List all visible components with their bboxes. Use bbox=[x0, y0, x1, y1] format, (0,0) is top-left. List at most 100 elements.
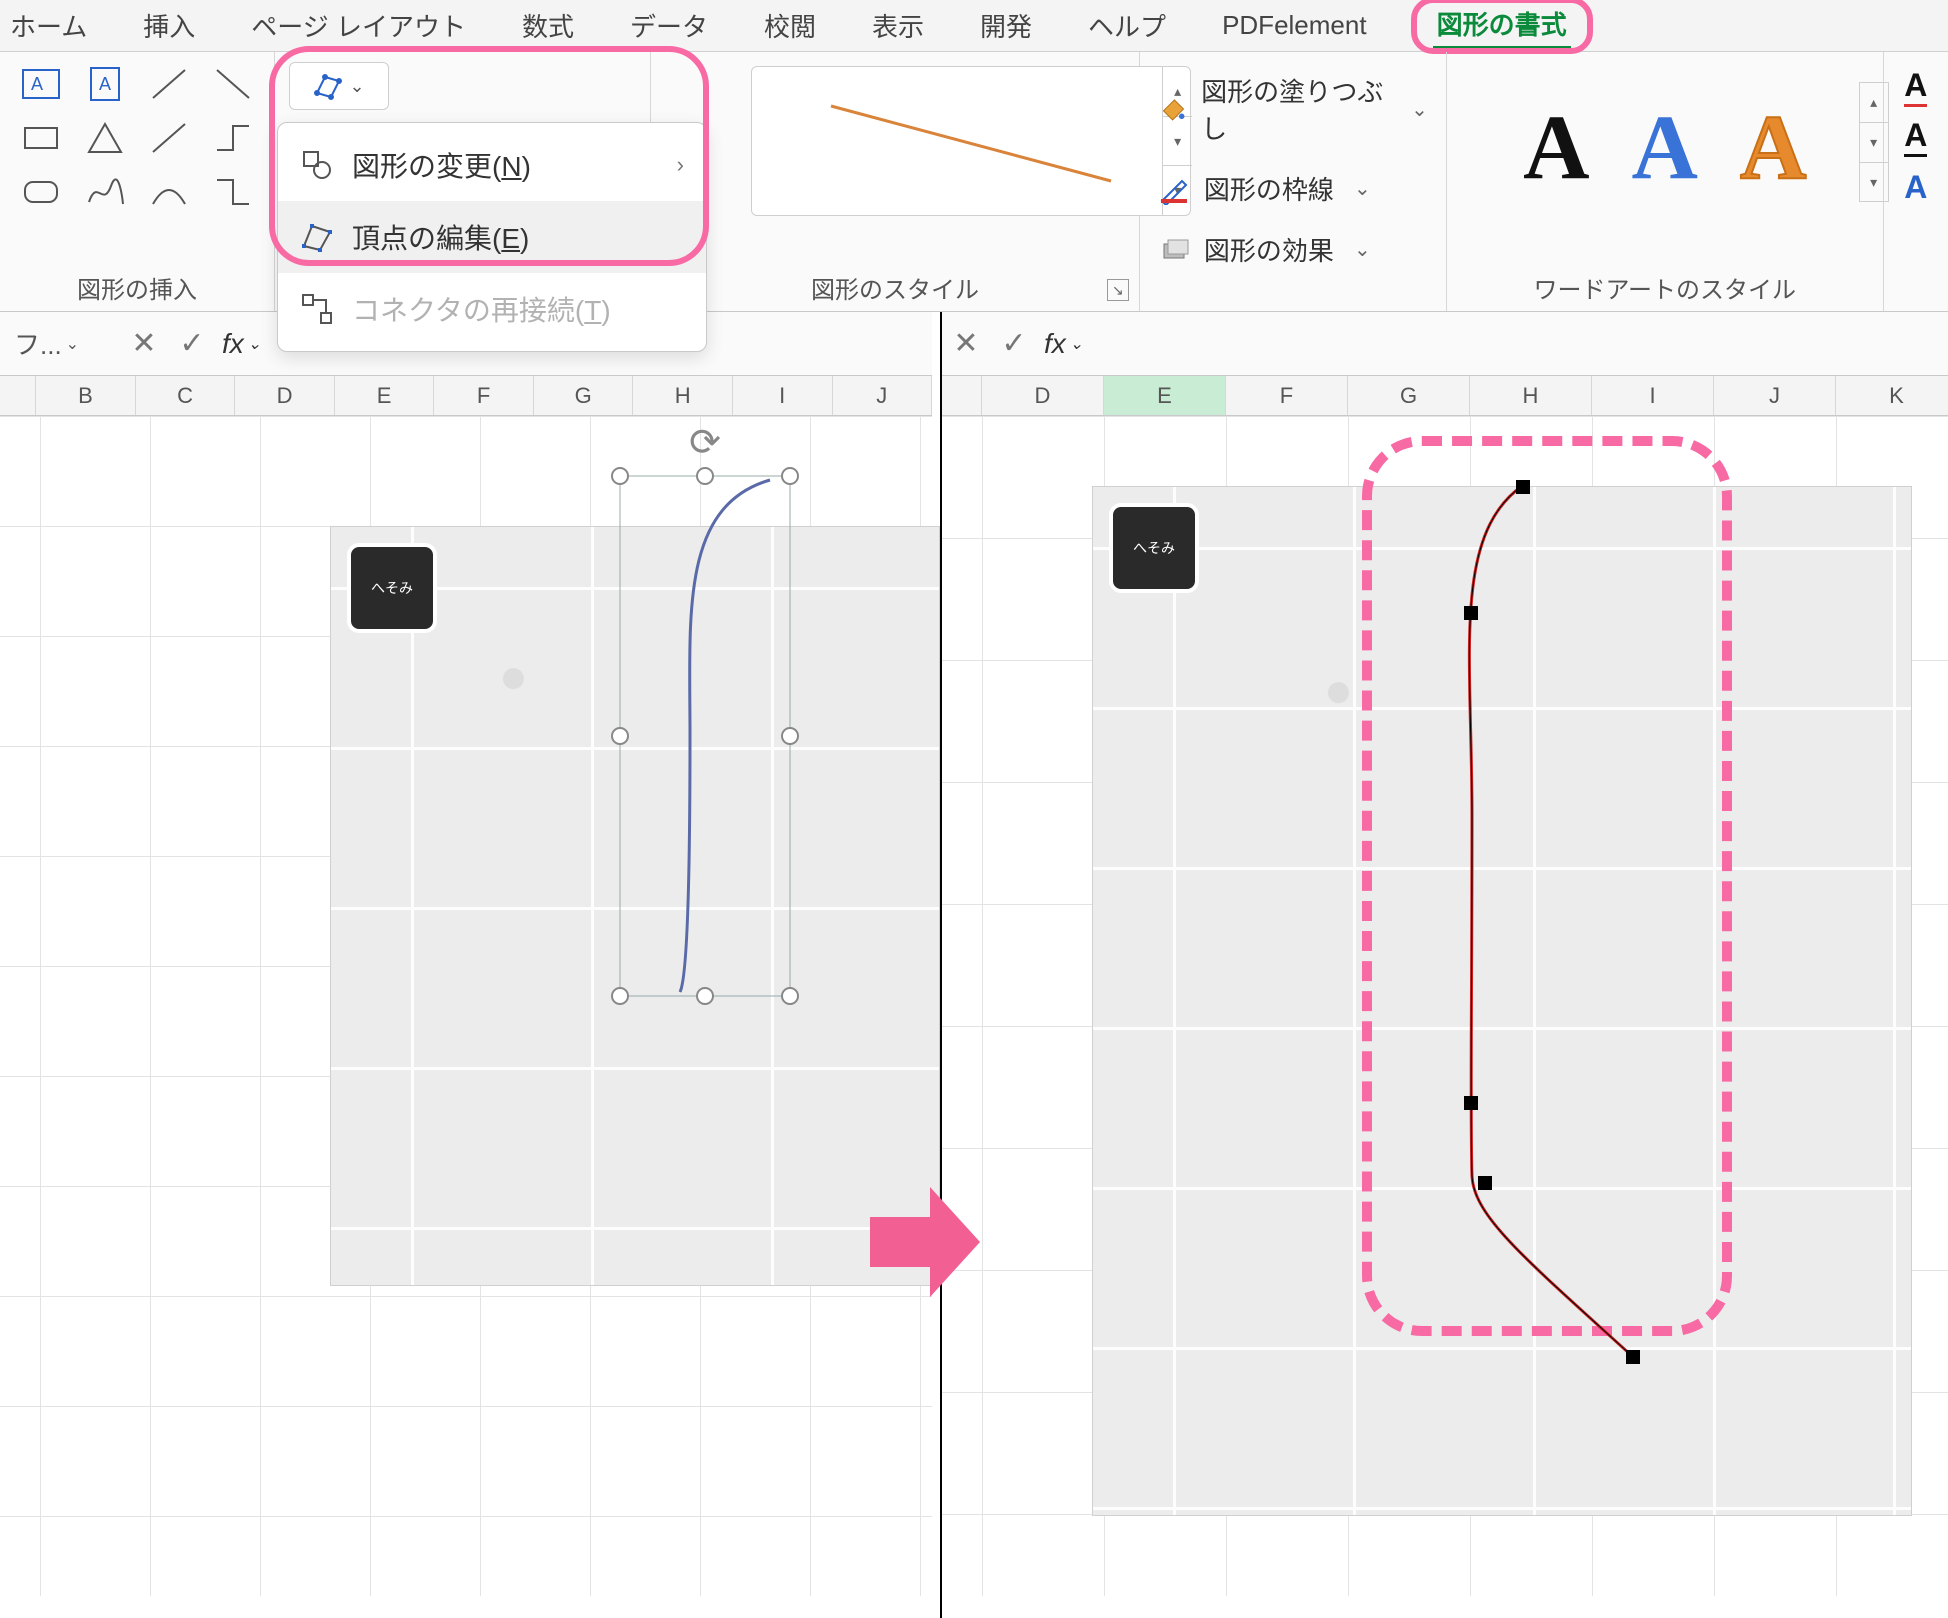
name-box[interactable]: フ...⌄ bbox=[0, 325, 120, 362]
edit-shape-icon bbox=[313, 71, 343, 101]
text-fill-button[interactable]: A bbox=[1898, 62, 1934, 112]
text-effects-button[interactable]: A bbox=[1898, 162, 1934, 212]
pen-outline-icon bbox=[1158, 173, 1190, 205]
column-header-E[interactable]: E bbox=[1104, 376, 1226, 415]
wordart-style-3[interactable]: A bbox=[1740, 94, 1806, 200]
select-all-corner[interactable] bbox=[942, 376, 982, 415]
text-outline-button[interactable]: A bbox=[1898, 112, 1934, 162]
shape-outline-button[interactable]: 図形の枠線⌄ bbox=[1154, 158, 1432, 219]
insert-function-button[interactable]: fx⌄ bbox=[216, 328, 267, 360]
column-header-J[interactable]: J bbox=[833, 376, 933, 415]
transition-arrow-icon bbox=[870, 1182, 980, 1302]
tab-pdfelement[interactable]: PDFelement bbox=[1218, 4, 1371, 47]
column-header-H[interactable]: H bbox=[633, 376, 733, 415]
chevron-right-icon: › bbox=[677, 152, 684, 178]
tab-data[interactable]: データ bbox=[626, 1, 712, 50]
wordart-style-2[interactable]: A bbox=[1632, 94, 1698, 200]
paint-bucket-icon bbox=[1158, 93, 1187, 125]
select-all-corner[interactable] bbox=[0, 376, 36, 415]
wordart-style-1[interactable]: A bbox=[1523, 94, 1589, 200]
shape-styles-dialog-launcher[interactable]: ↘ bbox=[1107, 279, 1129, 301]
change-shape-icon bbox=[300, 148, 334, 182]
shape-scribble-icon[interactable] bbox=[78, 168, 132, 216]
rotation-handle-icon[interactable]: ⟳ bbox=[689, 420, 721, 465]
shape-elbow-icon[interactable] bbox=[206, 114, 260, 162]
cancel-formula-button[interactable]: ✕ bbox=[120, 320, 168, 368]
shape-styles-gallery[interactable]: ▴ ▾ ▾ bbox=[751, 66, 1191, 216]
shape-effects-button[interactable]: 図形の効果⌄ bbox=[1154, 219, 1432, 280]
formula-bar-right: ✕ ✓ fx⌄ bbox=[942, 312, 1948, 376]
pane-after: ✕ ✓ fx⌄ DEFGHIJK へそみ bbox=[940, 312, 1948, 1618]
group-shape-foe: 図形の塗りつぶし⌄ 図形の枠線⌄ 図形の効果⌄ bbox=[1140, 52, 1447, 311]
column-header-I[interactable]: I bbox=[733, 376, 833, 415]
shape-triangle-icon[interactable] bbox=[78, 114, 132, 162]
shape-roundrect-icon[interactable] bbox=[14, 168, 68, 216]
chevron-down-icon: ⌄ bbox=[66, 334, 79, 354]
group-shape-styles: ▴ ▾ ▾ 図形のスタイル ↘ bbox=[651, 52, 1140, 311]
selected-curve-shape[interactable]: ⟳ bbox=[620, 476, 790, 996]
column-header-D[interactable]: D bbox=[235, 376, 335, 415]
tab-developer[interactable]: 開発 bbox=[976, 1, 1036, 50]
tab-page-layout[interactable]: ページ レイアウト bbox=[247, 1, 470, 50]
column-header-K[interactable]: K bbox=[1836, 376, 1948, 415]
shape-elbow2-icon[interactable] bbox=[206, 168, 260, 216]
shape-line-icon[interactable] bbox=[142, 60, 196, 108]
group-label-insert-shapes: 図形の挿入 bbox=[0, 270, 274, 305]
column-header-I[interactable]: I bbox=[1592, 376, 1714, 415]
pane-before: フ...⌄ ✕ ✓ fx⌄ BCDEFGHIJ へそみ ⟳ bbox=[0, 312, 940, 1618]
column-header-F[interactable]: F bbox=[1226, 376, 1348, 415]
column-header-D[interactable]: D bbox=[982, 376, 1104, 415]
tab-review[interactable]: 校閲 bbox=[760, 1, 820, 50]
shape-textbox-v-icon[interactable]: A bbox=[78, 60, 132, 108]
ribbon: A A 図形の挿入 ⌄ 図形の変更(N) › bbox=[0, 52, 1948, 312]
shape-curve-icon[interactable] bbox=[142, 168, 196, 216]
edit-points-icon bbox=[300, 220, 334, 254]
shape-effects-icon bbox=[1158, 234, 1190, 266]
group-label-shape-styles: 図形のスタイル bbox=[651, 270, 1139, 305]
edit-shape-button[interactable]: ⌄ bbox=[289, 62, 389, 110]
wordart-gallery[interactable]: A A A ▴ ▾ ▾ bbox=[1461, 72, 1869, 222]
style-preview-line-icon bbox=[811, 86, 1131, 196]
shape-fill-button[interactable]: 図形の塗りつぶし⌄ bbox=[1154, 60, 1432, 158]
ribbon-tabs: ホーム 挿入 ページ レイアウト 数式 データ 校閲 表示 開発 ヘルプ PDF… bbox=[0, 0, 1948, 52]
column-header-E[interactable]: E bbox=[335, 376, 435, 415]
shape-textbox-h-icon[interactable]: A bbox=[14, 60, 68, 108]
tab-shape-format[interactable]: 図形の書式 bbox=[1433, 4, 1571, 49]
shape-rect-icon[interactable] bbox=[14, 114, 68, 162]
map-badge-icon: へそみ bbox=[347, 543, 437, 633]
shape-line2-icon[interactable] bbox=[206, 60, 260, 108]
menu-edit-points[interactable]: 頂点の編集(E) bbox=[278, 201, 706, 273]
tab-home[interactable]: ホーム bbox=[6, 1, 91, 50]
enter-formula-button[interactable]: ✓ bbox=[990, 320, 1038, 368]
column-header-C[interactable]: C bbox=[136, 376, 236, 415]
column-header-B[interactable]: B bbox=[36, 376, 136, 415]
cancel-formula-button[interactable]: ✕ bbox=[942, 320, 990, 368]
tab-formulas[interactable]: 数式 bbox=[518, 1, 578, 50]
shape-diagline-icon[interactable] bbox=[142, 114, 196, 162]
chevron-down-icon: ⌄ bbox=[1411, 97, 1428, 122]
worksheet-panes: フ...⌄ ✕ ✓ fx⌄ BCDEFGHIJ へそみ ⟳ bbox=[0, 312, 1948, 1618]
group-text-foe: A A A bbox=[1884, 52, 1948, 311]
group-label-wordart: ワードアートのスタイル bbox=[1447, 270, 1883, 305]
reroute-icon bbox=[300, 292, 334, 326]
menu-reroute-connectors: コネクタの再接続(T) bbox=[278, 273, 706, 345]
column-header-G[interactable]: G bbox=[534, 376, 634, 415]
tab-insert[interactable]: 挿入 bbox=[139, 1, 199, 50]
group-wordart-styles: A A A ▴ ▾ ▾ ワードアートのスタイル bbox=[1447, 52, 1884, 311]
group-insert-shapes: A A 図形の挿入 bbox=[0, 52, 275, 311]
tab-help[interactable]: ヘルプ bbox=[1084, 1, 1170, 50]
grid-right[interactable]: へそみ bbox=[942, 416, 1948, 1596]
grid-left[interactable]: へそみ ⟳ bbox=[0, 416, 932, 1596]
column-header-H[interactable]: H bbox=[1470, 376, 1592, 415]
column-header-G[interactable]: G bbox=[1348, 376, 1470, 415]
curve-edit-points[interactable] bbox=[1412, 476, 1732, 1416]
svg-text:A: A bbox=[99, 74, 111, 94]
column-headers-right: DEFGHIJK bbox=[942, 376, 1948, 416]
enter-formula-button[interactable]: ✓ bbox=[168, 320, 216, 368]
column-header-F[interactable]: F bbox=[434, 376, 534, 415]
insert-function-button[interactable]: fx⌄ bbox=[1038, 328, 1089, 360]
chevron-down-icon: ⌄ bbox=[349, 76, 364, 97]
menu-change-shape[interactable]: 図形の変更(N) › bbox=[278, 129, 706, 201]
tab-view[interactable]: 表示 bbox=[868, 1, 928, 50]
column-header-J[interactable]: J bbox=[1714, 376, 1836, 415]
